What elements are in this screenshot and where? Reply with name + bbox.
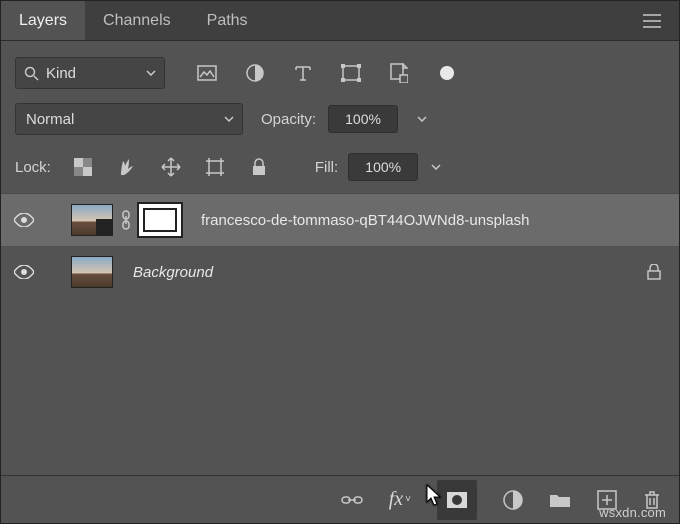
layer-row[interactable]: ▣ francesco-de-tommaso-qBT44OJWNd8-unspl… [1, 194, 679, 246]
layer-thumbnail[interactable]: ▣ [71, 204, 113, 236]
tab-channels[interactable]: Channels [85, 1, 189, 40]
layer-name[interactable]: Background [133, 264, 631, 281]
lock-transparency-button[interactable] [67, 151, 99, 183]
blend-mode-value: Normal [16, 111, 216, 128]
layer-name[interactable]: francesco-de-tommaso-qBT44OJWNd8-unsplas… [201, 212, 667, 229]
new-adjustment-layer-button[interactable] [503, 490, 523, 510]
filter-pixel-icon[interactable] [191, 57, 223, 89]
layer-thumbnail[interactable] [71, 256, 113, 288]
layer-mask-thumbnail[interactable] [139, 204, 181, 236]
filter-adjustment-icon[interactable] [239, 57, 271, 89]
blend-mode-select[interactable]: Normal [15, 103, 243, 135]
layer-row[interactable]: Background [1, 246, 679, 298]
lock-artboard-button[interactable] [199, 151, 231, 183]
link-icon[interactable] [117, 210, 135, 230]
visibility-toggle[interactable] [13, 213, 35, 227]
panel-tabs: Layers Channels Paths [1, 1, 679, 41]
lock-row: Lock: Fill: 100% [1, 143, 679, 194]
fill-label: Fill: [315, 159, 338, 176]
lock-label: Lock: [15, 159, 51, 176]
bottom-toolbar: fx˅ [1, 475, 679, 523]
filter-smartobject-icon[interactable] [383, 57, 415, 89]
lock-icon [641, 264, 667, 280]
filter-toggle[interactable] [431, 57, 463, 89]
filter-kind-select[interactable]: Kind [15, 57, 165, 89]
lock-position-button[interactable] [155, 151, 187, 183]
filter-shape-icon[interactable] [335, 57, 367, 89]
lock-all-button[interactable] [243, 151, 275, 183]
layer-style-button[interactable]: fx˅ [389, 488, 411, 511]
new-group-button[interactable] [549, 492, 571, 508]
search-icon [16, 66, 46, 81]
layers-list: ▣ francesco-de-tommaso-qBT44OJWNd8-unspl… [1, 194, 679, 475]
fill-stepper[interactable] [424, 153, 448, 181]
chevron-down-icon [216, 116, 242, 122]
lock-image-button[interactable] [111, 151, 143, 183]
watermark: wsxdn.com [599, 505, 666, 520]
blend-row: Normal Opacity: 100% [1, 97, 679, 143]
opacity-label: Opacity: [261, 111, 316, 128]
opacity-input[interactable]: 100% [328, 105, 398, 133]
fill-input[interactable]: 100% [348, 153, 418, 181]
smart-object-badge: ▣ [97, 220, 111, 234]
tab-layers[interactable]: Layers [1, 1, 85, 40]
opacity-stepper[interactable] [410, 105, 434, 133]
visibility-toggle[interactable] [13, 265, 35, 279]
filter-type-icon[interactable] [287, 57, 319, 89]
tab-paths[interactable]: Paths [189, 1, 266, 40]
filter-kind-label: Kind [46, 65, 138, 82]
chevron-down-icon [138, 70, 164, 76]
panel-menu-button[interactable] [625, 1, 679, 40]
layers-panel: Layers Channels Paths Kind [0, 0, 680, 524]
filter-row: Kind [1, 41, 679, 97]
link-layers-button[interactable] [341, 493, 363, 507]
add-mask-button[interactable] [437, 480, 477, 520]
